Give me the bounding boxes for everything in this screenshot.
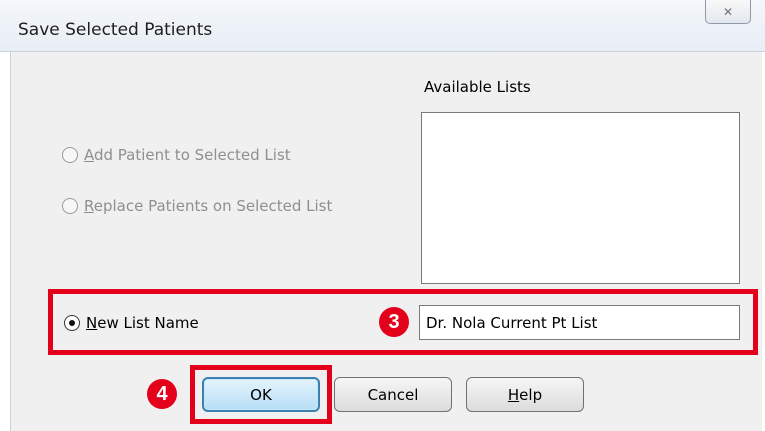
step4-badge: 4 (147, 379, 177, 409)
close-button[interactable]: ✕ (705, 0, 751, 24)
add-patient-label: Add Patient to Selected List (84, 146, 291, 164)
new-list-name-radio[interactable]: New List Name (64, 314, 199, 332)
new-list-name-label: New List Name (86, 314, 199, 332)
help-button[interactable]: Help (466, 377, 584, 412)
add-patient-radio-circle (62, 147, 78, 163)
title-bar: Save Selected Patients ✕ (0, 0, 765, 52)
new-list-name-radio-circle (64, 315, 80, 331)
cancel-button[interactable]: Cancel (334, 377, 452, 412)
radio-selected-dot (69, 320, 75, 326)
close-icon: ✕ (722, 4, 734, 19)
step3-badge: 3 (379, 307, 409, 337)
save-selected-patients-dialog: Save Selected Patients ✕ Available Lists… (0, 0, 765, 431)
dialog-title: Save Selected Patients (18, 20, 213, 40)
replace-patients-radio[interactable]: Replace Patients on Selected List (62, 197, 332, 215)
new-list-name-input[interactable] (419, 305, 740, 340)
help-button-label: Help (507, 385, 543, 404)
replace-patients-radio-circle (62, 198, 78, 214)
available-lists-listbox[interactable] (421, 112, 740, 284)
replace-patients-label: Replace Patients on Selected List (84, 197, 333, 215)
ok-button[interactable]: OK (202, 377, 320, 412)
available-lists-label: Available Lists (424, 78, 531, 96)
add-patient-radio[interactable]: Add Patient to Selected List (62, 146, 291, 164)
